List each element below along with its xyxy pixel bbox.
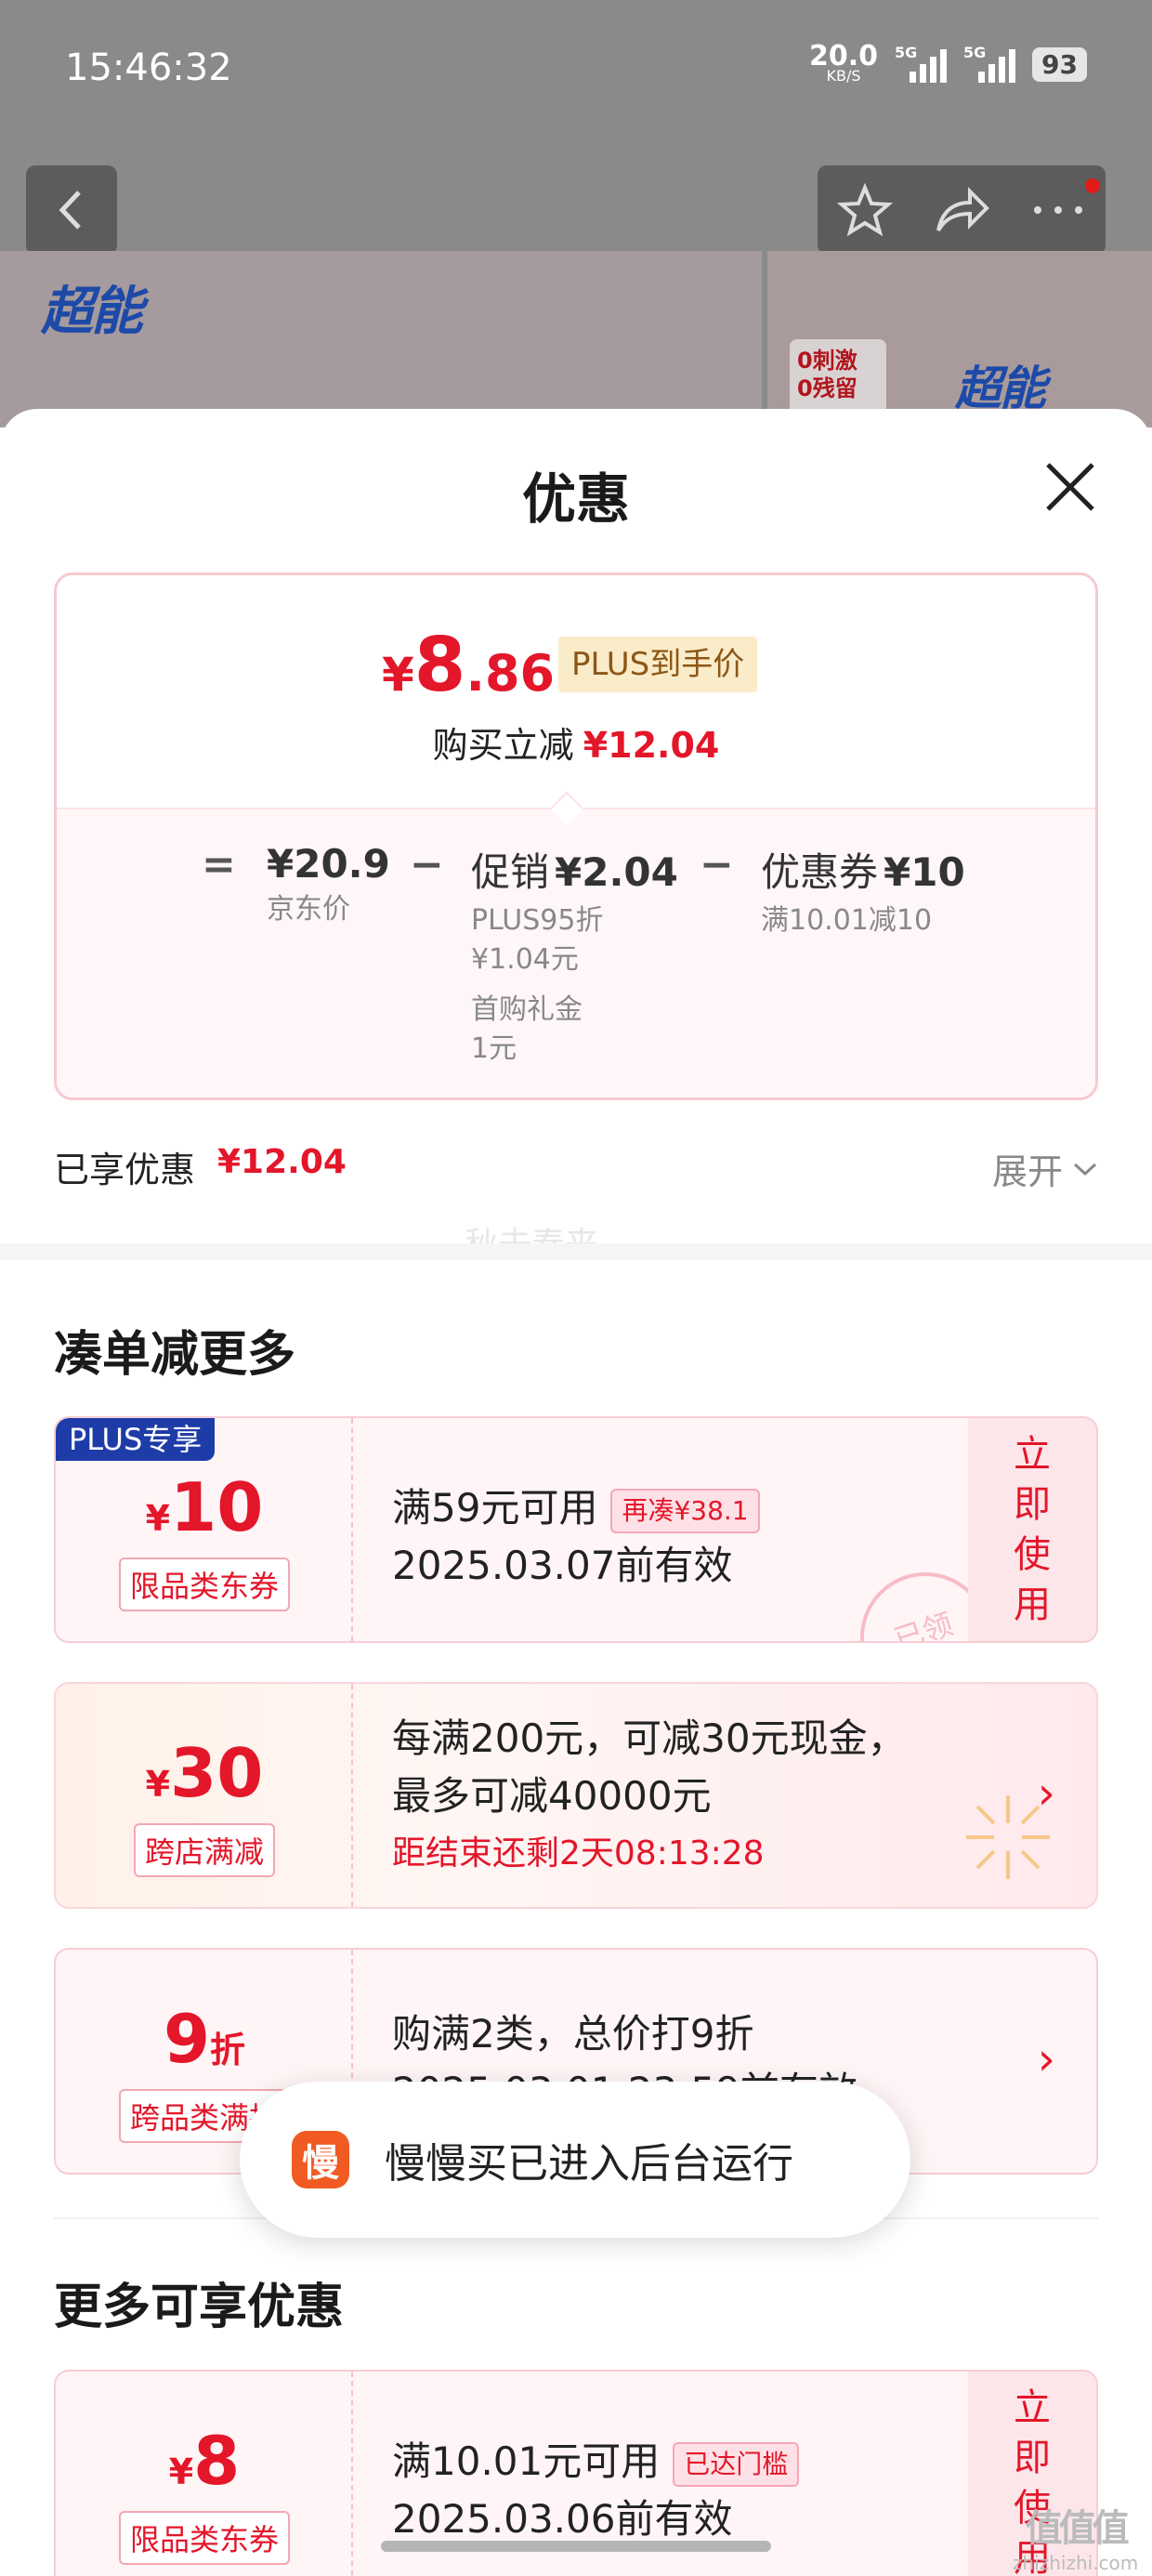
- site-watermark: 值值值 zhizhizhi.com: [1013, 2507, 1139, 2574]
- discount-sheet: 优惠 ¥8.86 PLUS到手价 购买立减 ¥12.04 = ¥20.9 京东价 …: [0, 409, 1152, 2576]
- toast-message: 慢慢买已进入后台运行: [385, 2140, 793, 2188]
- coupon-amount: ¥30: [145, 1734, 264, 1812]
- enjoyed-amount: ¥12.04: [217, 1143, 347, 1181]
- threshold-reached-hint: 已达门槛: [673, 2441, 800, 2487]
- countdown-timer: 距结束还剩2天08:13:28: [392, 1834, 765, 1873]
- product-image-carousel[interactable]: 超能 超能 0刺激 0残留: [0, 251, 1152, 427]
- section-divider: [0, 1243, 1152, 1260]
- signal-icon: 5G: [895, 44, 948, 83]
- plus-price-badge: PLUS到手价: [558, 637, 758, 692]
- final-price-block: ¥8.86 PLUS到手价 购买立减 ¥12.04: [57, 575, 1095, 808]
- chevron-left-icon: [59, 191, 81, 230]
- brand-logo: 超能: [41, 282, 143, 342]
- price-breakdown: = ¥20.9 京东价 − 促销 ¥2.04 PLUS95折 ¥1.04元 首购礼金…: [57, 791, 1095, 1097]
- share-icon[interactable]: [933, 184, 990, 236]
- coupon-type-tag: 限品类东券: [118, 1557, 290, 1611]
- app-icon: 慢: [292, 2131, 349, 2188]
- chevron-down-icon: [1073, 1163, 1097, 1176]
- use-now-button[interactable]: 立即使用: [968, 1418, 1096, 1641]
- top-action-bar: [818, 165, 1106, 255]
- product-page-background: 15:46:32 20.0 KB/S 5G 5G 93 超能 超能 0刺激 0残…: [0, 0, 1152, 427]
- battery-indicator: 93: [1032, 46, 1087, 82]
- status-indicators: 20.0 KB/S 5G 5G 93: [809, 40, 1087, 85]
- instant-reduction: 购买立减 ¥12.04: [432, 725, 720, 766]
- net-speed: 20.0 KB/S: [809, 40, 879, 85]
- coupon-amount: 9折: [163, 2000, 246, 2078]
- signal-icon: 5G: [963, 44, 1016, 83]
- sheet-title: 优惠: [521, 467, 630, 531]
- star-icon[interactable]: [837, 182, 894, 238]
- add-more-hint: 再凑¥38.1: [610, 1488, 760, 1533]
- close-icon[interactable]: [1041, 457, 1100, 517]
- status-time: 15:46:32: [65, 46, 232, 89]
- coupon-type-tag: 限品类东券: [118, 2511, 290, 2565]
- home-indicator[interactable]: [381, 2541, 771, 2552]
- minus-sign: −: [700, 841, 734, 888]
- price-summary-card: ¥8.86 PLUS到手价 购买立减 ¥12.04 = ¥20.9 京东价 − 促…: [54, 572, 1098, 1100]
- final-price: ¥8.86: [382, 622, 556, 708]
- status-bar: 15:46:32 20.0 KB/S 5G 5G 93: [0, 0, 1152, 139]
- coupon-column: 优惠券 ¥10 满10.01减10: [761, 849, 965, 937]
- background-running-toast: 慢 慢慢买已进入后台运行: [240, 2082, 910, 2238]
- coupon-details: 满10.01元可用 已达门槛 2025.03.06前有效: [392, 2433, 800, 2548]
- coupon-amount: ¥10: [145, 1468, 264, 1546]
- coupon-card[interactable]: ¥30 跨店满减 每满200元，可减30元现金， 最多可减40000元 距结束还…: [54, 1682, 1098, 1909]
- notification-dot: [1085, 178, 1100, 193]
- jd-price-column: ¥20.9 京东价: [267, 841, 390, 926]
- promotion-column: 促销 ¥2.04 PLUS95折 ¥1.04元 首购礼金 1元: [471, 849, 678, 1065]
- section-title-more-offers: 更多可享优惠: [54, 2280, 345, 2335]
- coupon-type-tag: 跨店满减: [133, 1823, 275, 1877]
- coupon-details: 每满200元，可减30元现金， 最多可减40000元 距结束还剩2天08:13:…: [392, 1710, 907, 1883]
- enjoyed-label: 已享优惠: [54, 1150, 196, 1190]
- chevron-right-icon: ›: [1037, 2033, 1055, 2085]
- section-title-more-savings: 凑单减更多: [54, 1327, 296, 1383]
- enjoyed-discount-row: 已享优惠 ¥12.04 展开: [54, 1136, 1098, 1194]
- coupon-card: PLUS专享 ¥10 限品类东券 满59元可用 再凑¥38.1 2025.03.0…: [54, 1416, 1098, 1643]
- expand-toggle[interactable]: 展开: [992, 1143, 1098, 1194]
- coupon-amount: ¥8: [168, 2422, 241, 2500]
- equals-sign: =: [202, 841, 236, 888]
- coupon-details: 满59元可用 再凑¥38.1 2025.03.07前有效: [392, 1479, 760, 1595]
- plus-exclusive-tag: PLUS专享: [56, 1418, 216, 1461]
- more-icon[interactable]: [1030, 201, 1086, 219]
- chevron-right-icon: ›: [1037, 1768, 1055, 1820]
- back-button[interactable]: [26, 165, 117, 255]
- minus-sign: −: [410, 841, 444, 888]
